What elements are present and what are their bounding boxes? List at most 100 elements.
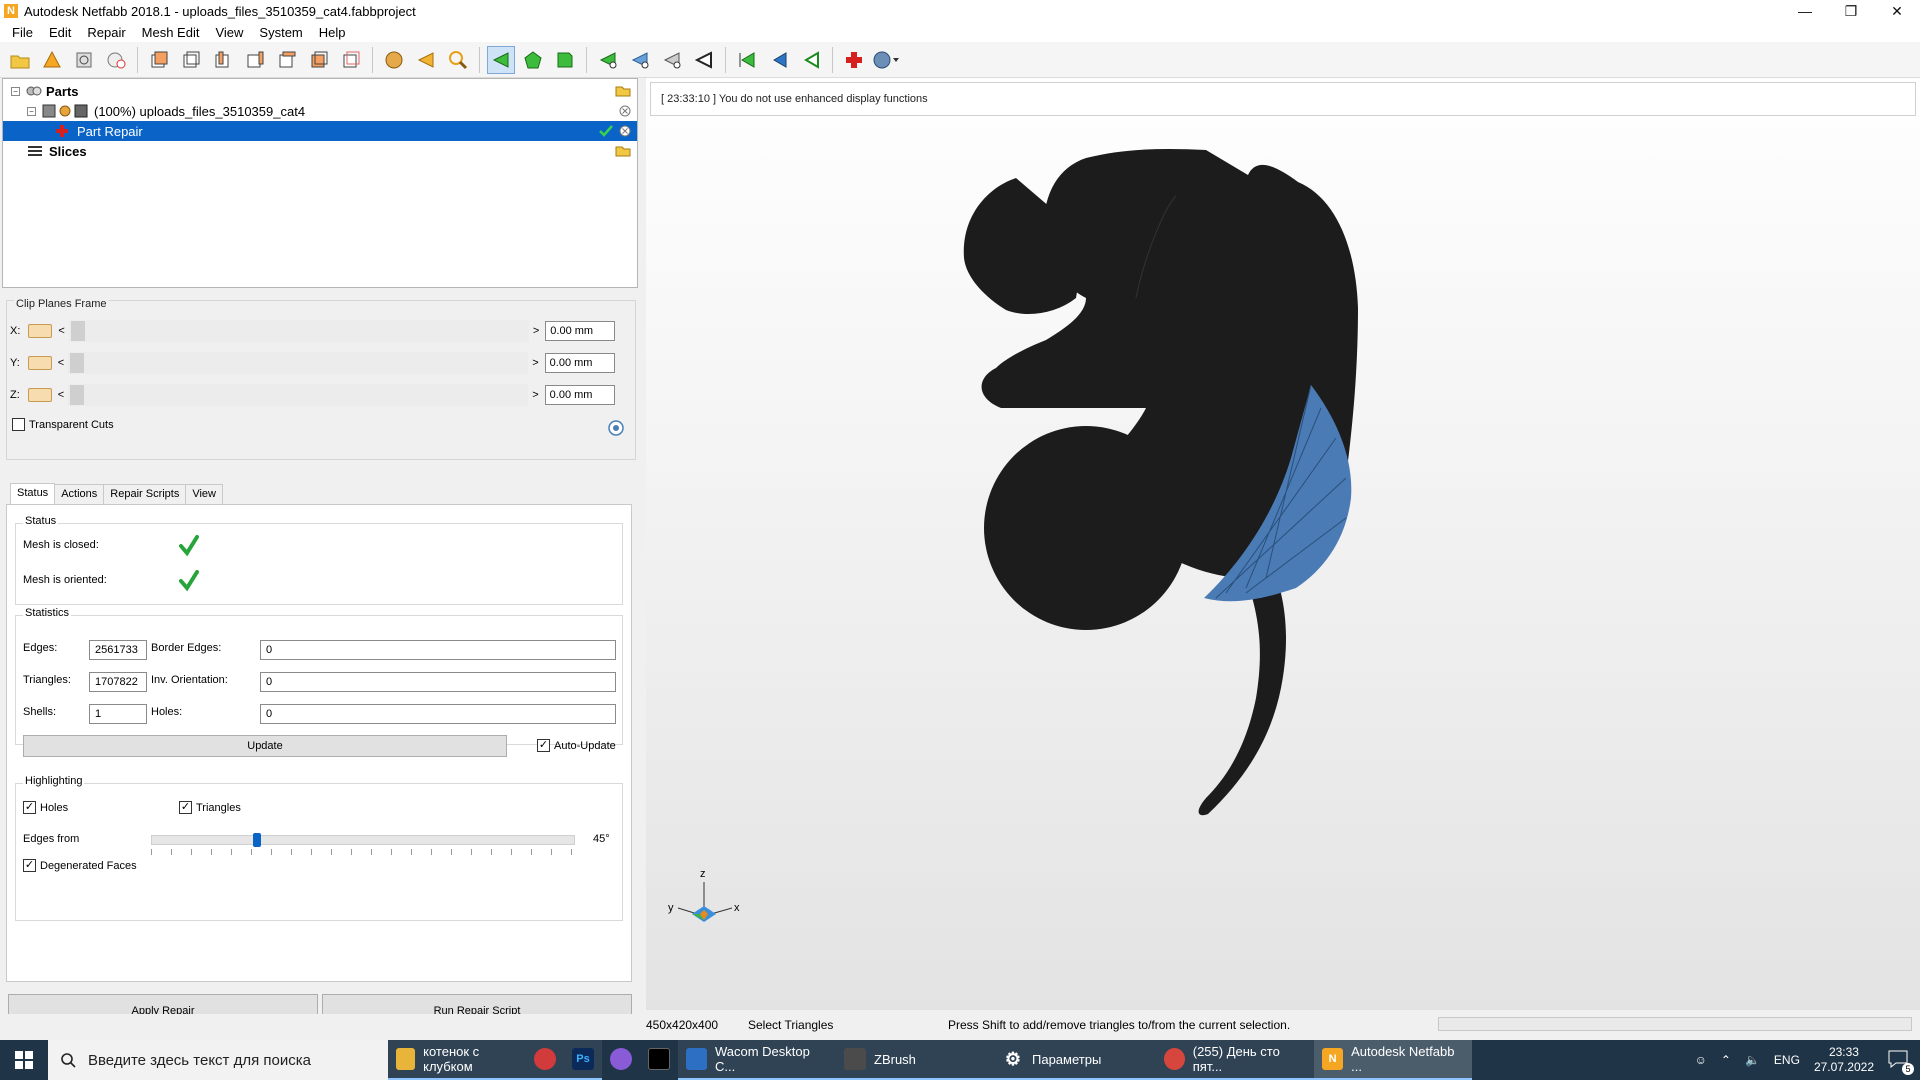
view-left-icon[interactable]: [209, 46, 237, 74]
tree-slices-row[interactable]: Slices: [3, 141, 637, 161]
people-icon[interactable]: ☺: [1695, 1053, 1707, 1067]
task-app-red[interactable]: [526, 1040, 564, 1080]
clip-x-slider[interactable]: [68, 320, 529, 342]
folder-icon[interactable]: [615, 145, 631, 157]
clip-z-input[interactable]: 0.00 mm: [544, 385, 615, 405]
select-shell-icon[interactable]: [551, 46, 579, 74]
triangles-highlight-checkbox[interactable]: ✓: [179, 801, 192, 814]
clip-y-right-arrow-icon[interactable]: >: [532, 357, 538, 369]
clip-x-input[interactable]: 0.00 mm: [545, 321, 616, 341]
view-bottom-icon[interactable]: [305, 46, 333, 74]
transparent-cuts-option[interactable]: Transparent Cuts: [12, 418, 114, 431]
clip-y-thumb[interactable]: [70, 353, 85, 373]
clip-y-slider[interactable]: [68, 352, 529, 374]
menu-system[interactable]: System: [251, 25, 310, 40]
3d-viewport[interactable]: z y x: [646, 78, 1920, 1010]
folder-icon[interactable]: [615, 85, 631, 97]
holes-highlight-checkbox[interactable]: ✓: [23, 801, 36, 814]
start-button[interactable]: [0, 1040, 48, 1080]
auto-update-checkbox[interactable]: ✓: [537, 739, 550, 752]
restore-button[interactable]: ❐: [1828, 0, 1874, 22]
remove-part-icon[interactable]: [619, 105, 631, 117]
task-netfabb[interactable]: N Autodesk Netfabb ...: [1314, 1040, 1472, 1080]
task-app-purple[interactable]: [602, 1040, 640, 1080]
view-back-icon[interactable]: [177, 46, 205, 74]
slider-thumb[interactable]: [253, 833, 261, 847]
view-right-icon[interactable]: [241, 46, 269, 74]
clip-y-toggle[interactable]: [27, 356, 52, 370]
select-surface-icon[interactable]: [519, 46, 547, 74]
edges-from-slider[interactable]: [151, 833, 575, 859]
tab-actions[interactable]: Actions: [54, 484, 105, 505]
transparent-cuts-checkbox[interactable]: [12, 418, 25, 431]
repair-cross-icon[interactable]: [840, 46, 868, 74]
menu-repair[interactable]: Repair: [79, 25, 133, 40]
menu-help[interactable]: Help: [311, 25, 354, 40]
degenerated-faces-option[interactable]: ✓ Degenerated Faces: [23, 859, 137, 872]
clip-z-thumb[interactable]: [70, 385, 85, 405]
tree-part-row[interactable]: − (100%) uploads_files_3510359_cat4: [3, 101, 637, 121]
task-explorer-folder[interactable]: котенок с клубком: [388, 1040, 526, 1080]
clip-z-slider[interactable]: [68, 384, 529, 406]
add-triangle-icon[interactable]: [594, 46, 622, 74]
select-blue-icon[interactable]: [765, 46, 793, 74]
clip-y-left-arrow-icon[interactable]: <: [58, 357, 64, 369]
menu-edit[interactable]: Edit: [41, 25, 79, 40]
back-arrow-icon[interactable]: [412, 46, 440, 74]
clip-x-thumb[interactable]: [70, 321, 85, 341]
clip-x-toggle[interactable]: [28, 324, 53, 338]
holes-highlight-option[interactable]: ✓ Holes: [23, 801, 68, 814]
clip-x-left-arrow-icon[interactable]: <: [58, 325, 64, 337]
close-button[interactable]: ✕: [1874, 0, 1920, 22]
volume-icon[interactable]: 🔈: [1745, 1053, 1760, 1067]
part-settings-icon[interactable]: [70, 46, 98, 74]
clip-z-right-arrow-icon[interactable]: >: [532, 389, 538, 401]
taskbar-search-box[interactable]: Введите здесь текст для поиска: [48, 1040, 388, 1080]
cancel-repair-icon[interactable]: [619, 125, 631, 137]
select-green-icon[interactable]: [733, 46, 761, 74]
move-point-icon[interactable]: [658, 46, 686, 74]
minimize-button[interactable]: —: [1782, 0, 1828, 22]
update-button[interactable]: Update: [23, 735, 507, 757]
tab-status[interactable]: Status: [10, 483, 56, 504]
cat-mesh-model[interactable]: [646, 78, 1920, 1010]
flip-triangle-icon[interactable]: [690, 46, 718, 74]
menu-file[interactable]: File: [4, 25, 41, 40]
reset-clip-icon[interactable]: [607, 419, 625, 437]
view-front-icon[interactable]: [145, 46, 173, 74]
clip-z-left-arrow-icon[interactable]: <: [58, 389, 64, 401]
tree-parts-row[interactable]: − Parts: [3, 81, 637, 101]
tab-repair-scripts[interactable]: Repair Scripts: [103, 484, 187, 505]
select-outline-icon[interactable]: [797, 46, 825, 74]
select-triangles-icon[interactable]: [487, 45, 515, 74]
sphere-render-icon[interactable]: [380, 46, 408, 74]
open-project-icon[interactable]: [6, 46, 34, 74]
task-zbrush[interactable]: ZBrush: [836, 1040, 994, 1080]
collapse-icon[interactable]: −: [27, 106, 36, 116]
clock[interactable]: 23:33 27.07.2022: [1814, 1045, 1874, 1075]
zoom-icon[interactable]: [444, 46, 472, 74]
script-dropdown-icon[interactable]: [872, 46, 900, 74]
language-indicator[interactable]: ENG: [1774, 1053, 1800, 1067]
collapse-icon[interactable]: −: [11, 86, 20, 96]
confirm-repair-icon[interactable]: [599, 125, 613, 137]
add-part-icon[interactable]: [38, 46, 66, 74]
tab-view[interactable]: View: [185, 484, 223, 505]
notifications-button[interactable]: 5: [1888, 1050, 1914, 1075]
tree-repair-row[interactable]: Part Repair: [3, 121, 637, 141]
task-photoshop[interactable]: Ps: [564, 1040, 602, 1080]
triangles-highlight-option[interactable]: ✓ Triangles: [179, 801, 241, 814]
connect-triangle-icon[interactable]: [626, 46, 654, 74]
task-settings[interactable]: ⚙ Параметры: [994, 1040, 1156, 1080]
menu-view[interactable]: View: [207, 25, 251, 40]
degenerated-faces-checkbox[interactable]: ✓: [23, 859, 36, 872]
view-iso-icon[interactable]: [337, 46, 365, 74]
menu-mesh-edit[interactable]: Mesh Edit: [134, 25, 208, 40]
view-top-icon[interactable]: [273, 46, 301, 74]
task-wacom[interactable]: Wacom Desktop C...: [678, 1040, 836, 1080]
clip-z-toggle[interactable]: [27, 388, 52, 402]
task-app-dark[interactable]: [640, 1040, 678, 1080]
auto-update-option[interactable]: ✓ Auto-Update: [537, 739, 616, 752]
clip-y-input[interactable]: 0.00 mm: [544, 353, 615, 373]
add-shell-icon[interactable]: [102, 46, 130, 74]
